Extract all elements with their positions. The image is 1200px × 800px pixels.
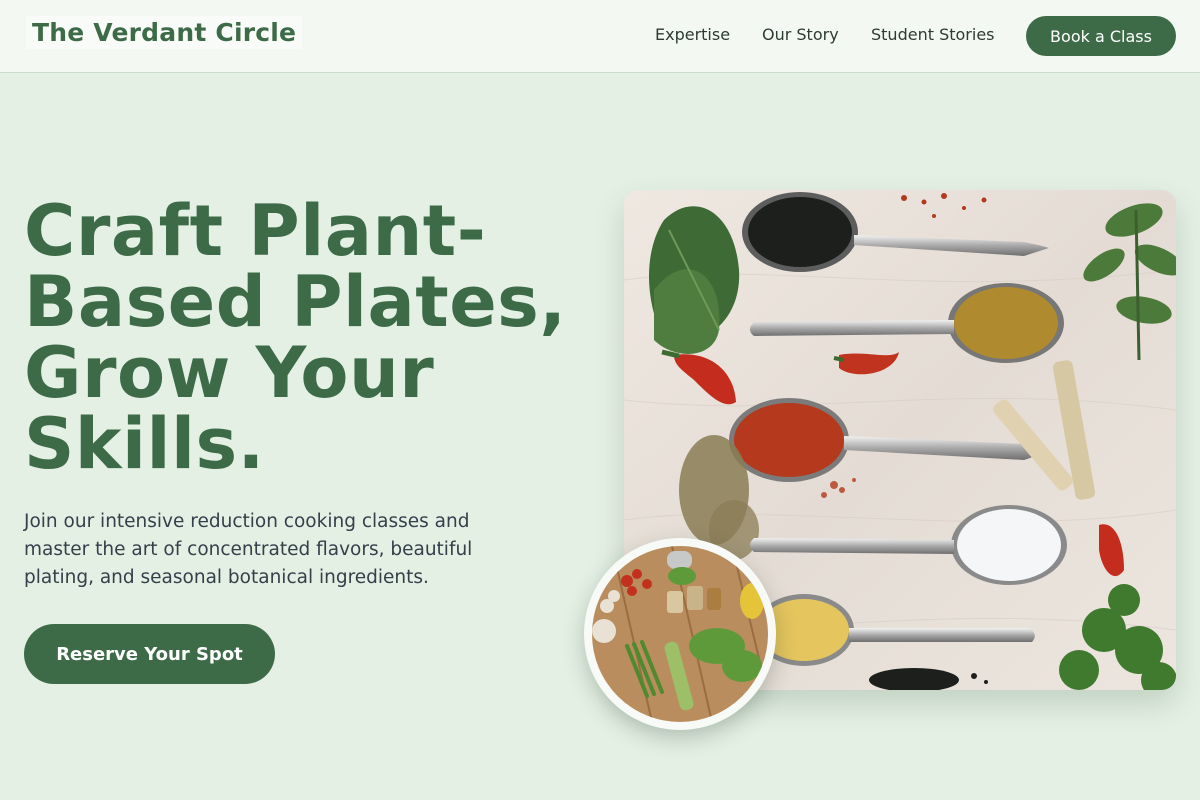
nav-link-our-story[interactable]: Our Story — [762, 25, 839, 44]
nav-link-expertise[interactable]: Expertise — [655, 25, 730, 44]
top-navbar: The Verdant Circle Expertise Our Story S… — [0, 0, 1200, 73]
hero-subtext: Join our intensive reduction cooking cla… — [24, 511, 473, 588]
nav-link-student-stories[interactable]: Student Stories — [871, 25, 995, 44]
vegetables-ingredients-photo — [592, 546, 768, 722]
headline-line-2: Based Plates, — [24, 261, 567, 343]
inset-photo-frame — [584, 538, 776, 730]
book-a-class-button[interactable]: Book a Class — [1026, 16, 1176, 56]
reserve-your-spot-button[interactable]: Reserve Your Spot — [24, 624, 275, 684]
headline-line-4: Skills. — [24, 403, 265, 485]
headline-line-3: Grow Your — [24, 332, 435, 414]
headline-line-1: Craft Plant- — [24, 190, 487, 272]
hero-headline: Craft Plant- Based Plates, Grow Your Ski… — [24, 196, 604, 480]
brand-logo-text[interactable]: The Verdant Circle — [26, 16, 303, 49]
